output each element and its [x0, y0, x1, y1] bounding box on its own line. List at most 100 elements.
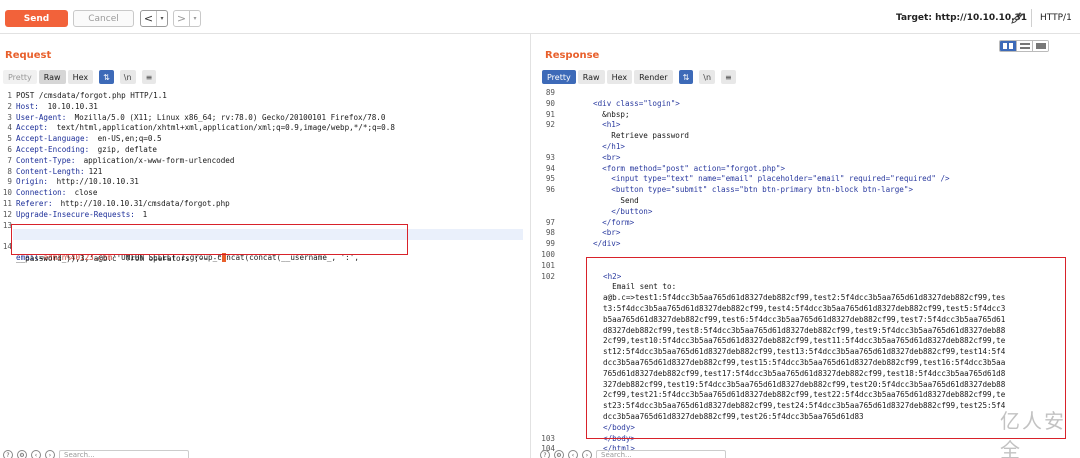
response-line-number: 97 — [545, 217, 555, 227]
response-line-number: 94 — [545, 163, 555, 173]
response-line-number: 91 — [545, 109, 555, 119]
prev-match-icon[interactable]: ‹ — [31, 450, 41, 458]
response-line-number: 102 — [541, 271, 555, 281]
response-menu-icon[interactable]: ≡ — [721, 70, 736, 84]
response-line-code: <input type="text" name="email" placehol… — [593, 174, 950, 184]
response-tab-raw[interactable]: Raw — [577, 70, 605, 84]
response-search-bar: ? ⚙ ‹ › Search... — [540, 450, 726, 458]
layout-split-icon[interactable] — [1000, 41, 1016, 51]
request-line: 7 Content-Type: application/x-www-form-ur… — [7, 155, 235, 165]
response-line-code: <br> — [593, 228, 621, 238]
response-line: Retrieve password — [537, 131, 1072, 142]
response-tab-pretty[interactable]: Pretty — [542, 70, 576, 84]
request-tab-hex[interactable]: Hex — [67, 70, 94, 84]
body-injection-part2: __password_)),3,'a@b.c' from operators ;… — [16, 253, 222, 263]
response-line: 93 <br> — [537, 153, 1072, 164]
response-line-number: 101 — [541, 260, 555, 270]
response-line-code: </div> — [593, 239, 621, 249]
response-line-code: Send — [593, 195, 639, 205]
request-line: 4 Accept: text/html,application/xhtml+xml… — [7, 123, 395, 133]
request-line: 2 Host: 10.10.10.31 — [7, 101, 98, 111]
response-line-number: 93 — [545, 152, 555, 162]
response-line-number: 103 — [541, 433, 555, 443]
request-search-bar: ? ⚙ ‹ › Search... — [3, 450, 189, 458]
response-line-code: </button> — [593, 206, 653, 216]
next-match-icon[interactable]: › — [45, 450, 55, 458]
request-tab-pretty[interactable]: Pretty — [3, 70, 37, 84]
prev-match-icon[interactable]: ‹ — [568, 450, 578, 458]
top-toolbar: Send Cancel < ▾ > ▾ Target: http://10.10… — [0, 0, 1080, 34]
response-line-number: 92 — [545, 120, 555, 130]
layout-single-icon[interactable] — [1032, 41, 1048, 51]
watermark-logo-text: 亿人安全 — [1000, 409, 1066, 458]
layout-toggle[interactable] — [999, 40, 1049, 52]
response-line: </h1> — [537, 142, 1072, 153]
next-match-icon[interactable]: › — [582, 450, 592, 458]
target-label: Target: http://10.10.10.31 — [896, 13, 1028, 23]
edit-target-pencil-icon[interactable] — [1010, 11, 1024, 25]
send-button[interactable]: Send — [5, 10, 68, 27]
response-result-highlight-box — [586, 257, 1066, 439]
request-line: 9 Origin: http://10.10.10.31 — [7, 177, 139, 187]
response-line: 89 — [537, 88, 1072, 99]
settings-icon[interactable]: ⚙ — [554, 450, 564, 458]
request-line: 6 Accept-Encoding: gzip, deflate — [7, 144, 158, 154]
help-icon[interactable]: ? — [540, 450, 550, 458]
request-line: 1 POST /cmsdata/forgot.php HTTP/1.1 — [7, 91, 167, 100]
response-line-number: 98 — [545, 228, 555, 238]
request-actions-icon[interactable]: ⇅ — [99, 70, 114, 84]
request-tabs: Pretty Raw Hex ⇅ \n ≡ — [3, 70, 157, 84]
response-line: 98 <br> — [537, 228, 1072, 239]
response-line-number: 99 — [545, 239, 555, 249]
response-line: 95 <input type="text" name="email" place… — [537, 174, 1072, 185]
request-line: 5 Accept-Language: en-US,en;q=0.5 — [7, 134, 162, 144]
request-line: 10 Connection: close — [2, 188, 98, 198]
response-line: </button> — [537, 207, 1072, 218]
response-line-code: <form method="post" action="forgot.php"> — [593, 163, 786, 173]
response-line-number: 100 — [541, 249, 555, 259]
response-title: Response — [545, 50, 600, 61]
request-title: Request — [5, 50, 52, 61]
layout-horizontal-icon[interactable] — [1016, 41, 1032, 51]
response-actions-icon[interactable]: ⇅ — [678, 70, 694, 84]
forward-nav-group[interactable]: > ▾ — [173, 10, 201, 27]
back-history-dropdown-icon[interactable]: ▾ — [156, 11, 167, 26]
response-tab-hex[interactable]: Hex — [606, 70, 633, 84]
response-newline-icon[interactable]: \n — [699, 70, 716, 84]
request-newline-icon[interactable]: \n — [119, 70, 136, 84]
response-tabs: Pretty Raw Hex Render ⇅ \n ≡ — [542, 70, 736, 84]
response-search-input[interactable]: Search... — [596, 450, 726, 458]
request-search-input[interactable]: Search... — [59, 450, 189, 458]
protocol-label[interactable]: HTTP/1 — [1040, 13, 1072, 23]
response-line-code: <button type="submit" class="btn btn-pri… — [593, 185, 914, 195]
request-injection-highlight-box — [11, 224, 408, 255]
response-line: Send — [537, 196, 1072, 207]
forward-arrow-icon[interactable]: > — [174, 11, 189, 26]
cancel-button[interactable]: Cancel — [73, 10, 134, 27]
response-line-number: 96 — [545, 185, 555, 195]
response-line: 99 </div> — [537, 239, 1072, 250]
response-line-code: <br> — [593, 152, 621, 162]
response-line: 90 <div class="login"> — [537, 99, 1072, 110]
help-icon[interactable]: ? — [3, 450, 13, 458]
request-line: 12 Upgrade-Insecure-Requests: 1 — [2, 209, 148, 219]
response-line: 94 <form method="post" action="forgot.ph… — [537, 164, 1072, 175]
response-line-code: </h1> — [593, 141, 626, 151]
back-arrow-icon[interactable]: < — [141, 11, 156, 26]
response-tab-render[interactable]: Render — [634, 70, 673, 84]
request-line: 8 Content-Length: 121 — [7, 166, 103, 176]
settings-icon[interactable]: ⚙ — [17, 450, 27, 458]
panel-divider[interactable] — [530, 34, 531, 458]
response-line-code: <h1> — [593, 120, 621, 130]
request-tab-raw[interactable]: Raw — [38, 70, 66, 84]
response-line: 97 </form> — [537, 218, 1072, 229]
request-menu-icon[interactable]: ≡ — [141, 70, 157, 84]
back-nav-group[interactable]: < ▾ — [140, 10, 168, 27]
response-line: 92 <h1> — [537, 120, 1072, 131]
response-line-code: </form> — [593, 217, 635, 227]
response-line-code: &nbsp; — [593, 109, 630, 119]
forward-history-dropdown-icon[interactable]: ▾ — [189, 11, 200, 26]
request-line: 3 User-Agent: Mozilla/5.0 (X11; Linux x86… — [7, 112, 386, 122]
response-line-number: 89 — [545, 88, 555, 97]
response-line-number: 90 — [545, 98, 555, 108]
